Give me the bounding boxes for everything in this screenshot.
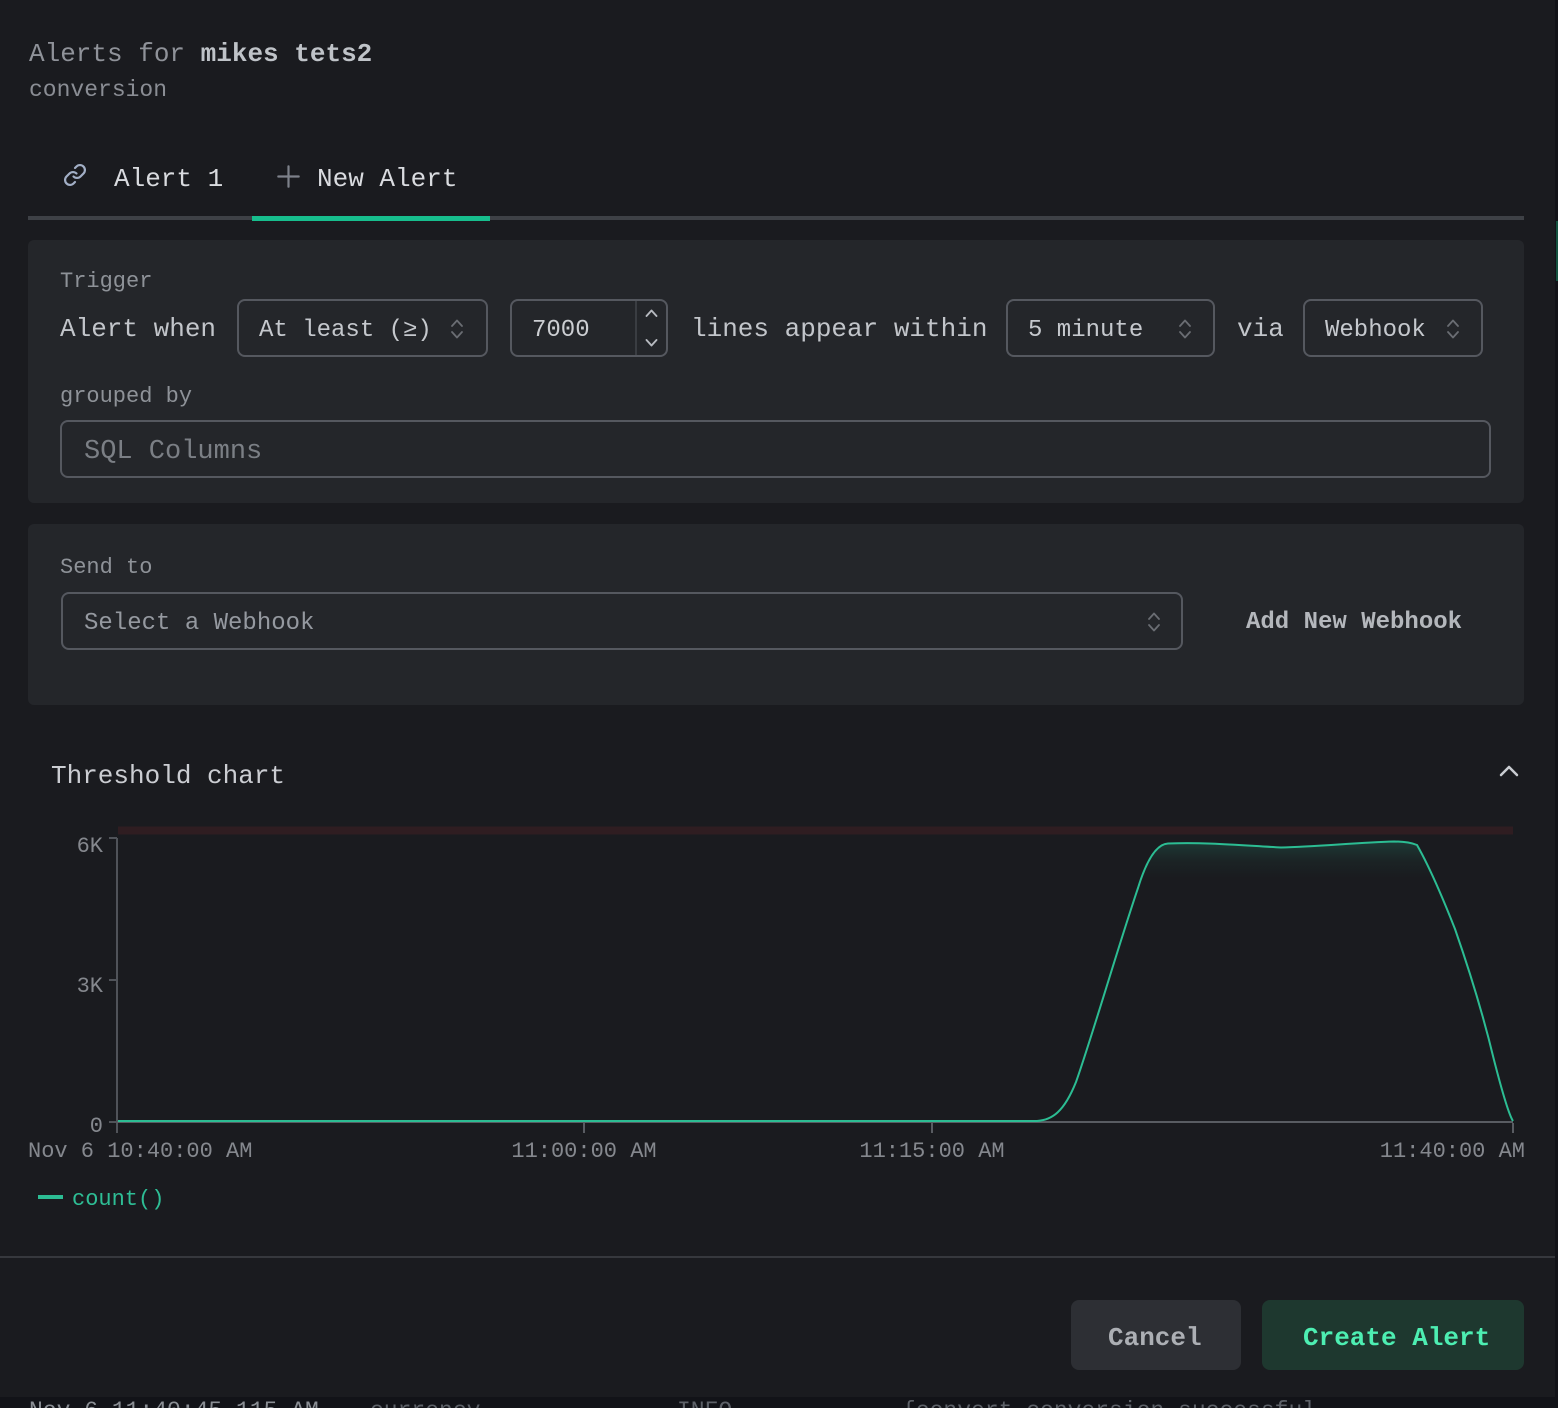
svg-text:11:00:00 AM: 11:00:00 AM [511, 1139, 656, 1164]
svg-text:6K: 6K [77, 834, 104, 859]
svg-text:11:15:00 AM: 11:15:00 AM [859, 1139, 1004, 1164]
svg-text:Nov 6 10:40:00 AM: Nov 6 10:40:00 AM [28, 1139, 252, 1164]
svg-text:3K: 3K [77, 974, 104, 999]
svg-text:11:40:00 AM: 11:40:00 AM [1380, 1139, 1525, 1164]
svg-text:0: 0 [90, 1114, 103, 1139]
svg-text:count(): count() [72, 1187, 164, 1212]
